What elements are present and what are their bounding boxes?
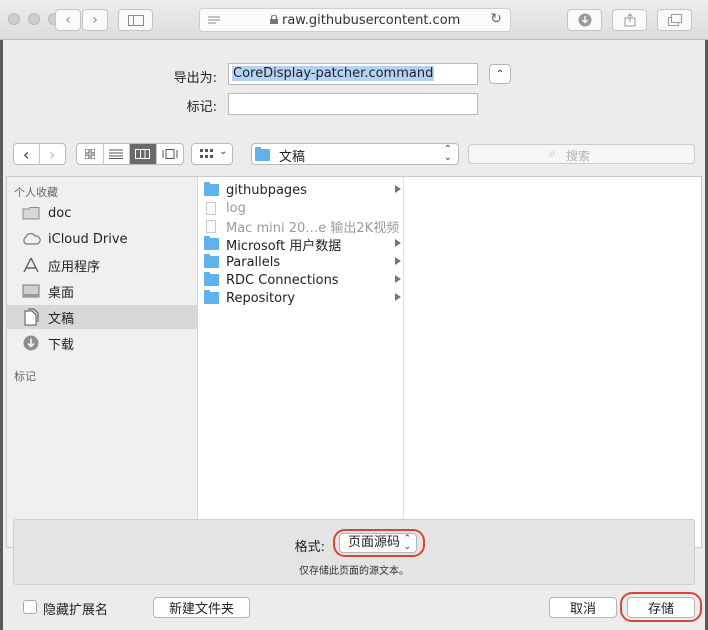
back-icon[interactable]: ‹ (14, 144, 40, 164)
tabs-icon[interactable] (657, 9, 692, 31)
back-icon[interactable]: ‹ (55, 9, 81, 31)
sidebar-item-desktop[interactable]: 桌面 (7, 279, 197, 303)
downloads-icon[interactable] (567, 9, 602, 31)
reader-icon[interactable] (208, 16, 220, 25)
disclosure-arrow-icon (395, 239, 401, 247)
list-item: Mac mini 20…e 输出2K视频 (199, 217, 403, 236)
list-item[interactable]: Repository (199, 289, 403, 307)
download-icon (21, 334, 41, 352)
arrange-icon (200, 149, 213, 158)
sidebar-item-icloud[interactable]: iCloud Drive (7, 227, 197, 251)
sidebar: 个人收藏 doc iCloud Drive 应用程序 桌面 文稿 下载 标记 (7, 177, 198, 547)
applications-icon (21, 256, 41, 274)
forward-icon[interactable]: › (40, 144, 65, 164)
file-icon (206, 219, 216, 233)
sidebar-item-applications[interactable]: 应用程序 (7, 253, 197, 277)
sidebar-item-label: 下载 (48, 337, 75, 353)
disclosure-arrow-icon (395, 257, 401, 265)
updown-icon: ⌃ ⌄ (443, 144, 452, 163)
location-label: 文稿 (279, 150, 306, 165)
tags-header: 标记 (14, 370, 36, 383)
cover-flow-icon[interactable] (157, 144, 183, 164)
forward-icon[interactable]: › (82, 9, 108, 31)
file-name: Repository (226, 290, 296, 306)
arrange-popup[interactable]: ⌄ (191, 143, 233, 165)
folder-icon (204, 254, 219, 268)
list-item: log (199, 199, 403, 217)
file-name: RDC Connections (226, 272, 339, 288)
desktop-icon (21, 282, 41, 300)
favorites-header: 个人收藏 (14, 186, 58, 199)
filename-value: CoreDisplay-patcher.command (232, 66, 435, 81)
highlight-ring (620, 592, 702, 622)
export-as-label: 导出为: (173, 71, 217, 86)
sidebar-item-label: 桌面 (48, 285, 75, 301)
disclosure-arrow-icon (395, 185, 401, 193)
search-placeholder: 搜索 (566, 149, 591, 163)
minimize-window-button[interactable] (28, 13, 40, 25)
file-column: githubpages log Mac mini 20…e 输出2K视频 Mic… (199, 177, 404, 547)
disclosure-arrow-icon (395, 293, 401, 301)
folder-icon (204, 182, 219, 196)
sidebar-toggle-icon[interactable] (118, 9, 153, 31)
folder-icon (204, 272, 219, 286)
list-item[interactable]: RDC Connections (199, 271, 403, 289)
file-name: githubpages (226, 182, 307, 198)
folder-icon (21, 204, 41, 222)
hide-extension-label: 隐藏扩展名 (43, 603, 109, 618)
browser-toolbar: ‹ › raw.githubusercontent.com ↻ (0, 0, 708, 40)
filename-field[interactable]: CoreDisplay-patcher.command (228, 63, 478, 85)
hide-extension-checkbox[interactable] (23, 600, 37, 614)
address-bar[interactable]: raw.githubusercontent.com ↻ (199, 8, 511, 32)
url-text: raw.githubusercontent.com (282, 13, 461, 28)
tags-field[interactable] (228, 93, 478, 115)
sidebar-item-label: 文稿 (48, 311, 75, 327)
search-field[interactable]: ⌕ 搜索 (468, 144, 695, 164)
folder-icon (204, 290, 219, 304)
sidebar-item-label: iCloud Drive (48, 231, 128, 247)
list-view-icon[interactable] (104, 144, 130, 164)
tags-label: 标记: (186, 100, 217, 115)
list-item[interactable]: Microsoft 用户数据 (199, 235, 403, 254)
share-icon[interactable] (612, 9, 647, 31)
format-label: 格式: (294, 540, 325, 555)
new-folder-button[interactable]: 新建文件夹 (153, 597, 250, 618)
cancel-button[interactable]: 取消 (549, 597, 617, 618)
location-popup[interactable]: 文稿 ⌃ ⌄ (251, 143, 459, 165)
disclosure-arrow-icon (395, 275, 401, 283)
file-name: Parallels (226, 254, 281, 270)
cloud-icon (21, 230, 41, 248)
file-icon (206, 201, 216, 215)
close-window-button[interactable] (8, 13, 20, 25)
sidebar-item-label: 应用程序 (48, 259, 101, 275)
save-dialog: 导出为: CoreDisplay-patcher.command ⌃ 标记: ‹… (3, 40, 705, 630)
lock-icon (270, 15, 278, 24)
format-hint: 仅存储此页面的源文本。 (299, 566, 409, 577)
history-nav: ‹ › (13, 143, 66, 165)
search-icon: ⌕ (549, 146, 556, 160)
sidebar-item-downloads[interactable]: 下载 (7, 331, 197, 355)
icon-view-icon[interactable] (77, 144, 104, 164)
list-item[interactable]: githubpages (199, 181, 403, 199)
folder-icon (255, 147, 270, 161)
list-item[interactable]: Parallels (199, 253, 403, 271)
expand-dialog-button[interactable]: ⌃ (489, 64, 511, 84)
file-name: Microsoft 用户数据 (226, 238, 342, 254)
sidebar-item-label: doc (48, 205, 72, 221)
sidebar-item-doc[interactable]: doc (7, 201, 197, 225)
file-browser: 个人收藏 doc iCloud Drive 应用程序 桌面 文稿 下载 标记 g… (6, 176, 702, 548)
chevron-down-icon: ⌄ (219, 146, 228, 157)
documents-icon (21, 308, 41, 326)
file-name: Mac mini 20…e 输出2K视频 (226, 220, 400, 236)
reload-icon[interactable]: ↻ (490, 11, 502, 27)
file-name: log (226, 200, 246, 216)
folder-icon (204, 236, 219, 250)
column-view-icon[interactable] (130, 144, 157, 164)
sidebar-item-documents[interactable]: 文稿 (7, 305, 197, 329)
highlight-ring (333, 529, 425, 557)
view-mode-control (76, 143, 184, 165)
